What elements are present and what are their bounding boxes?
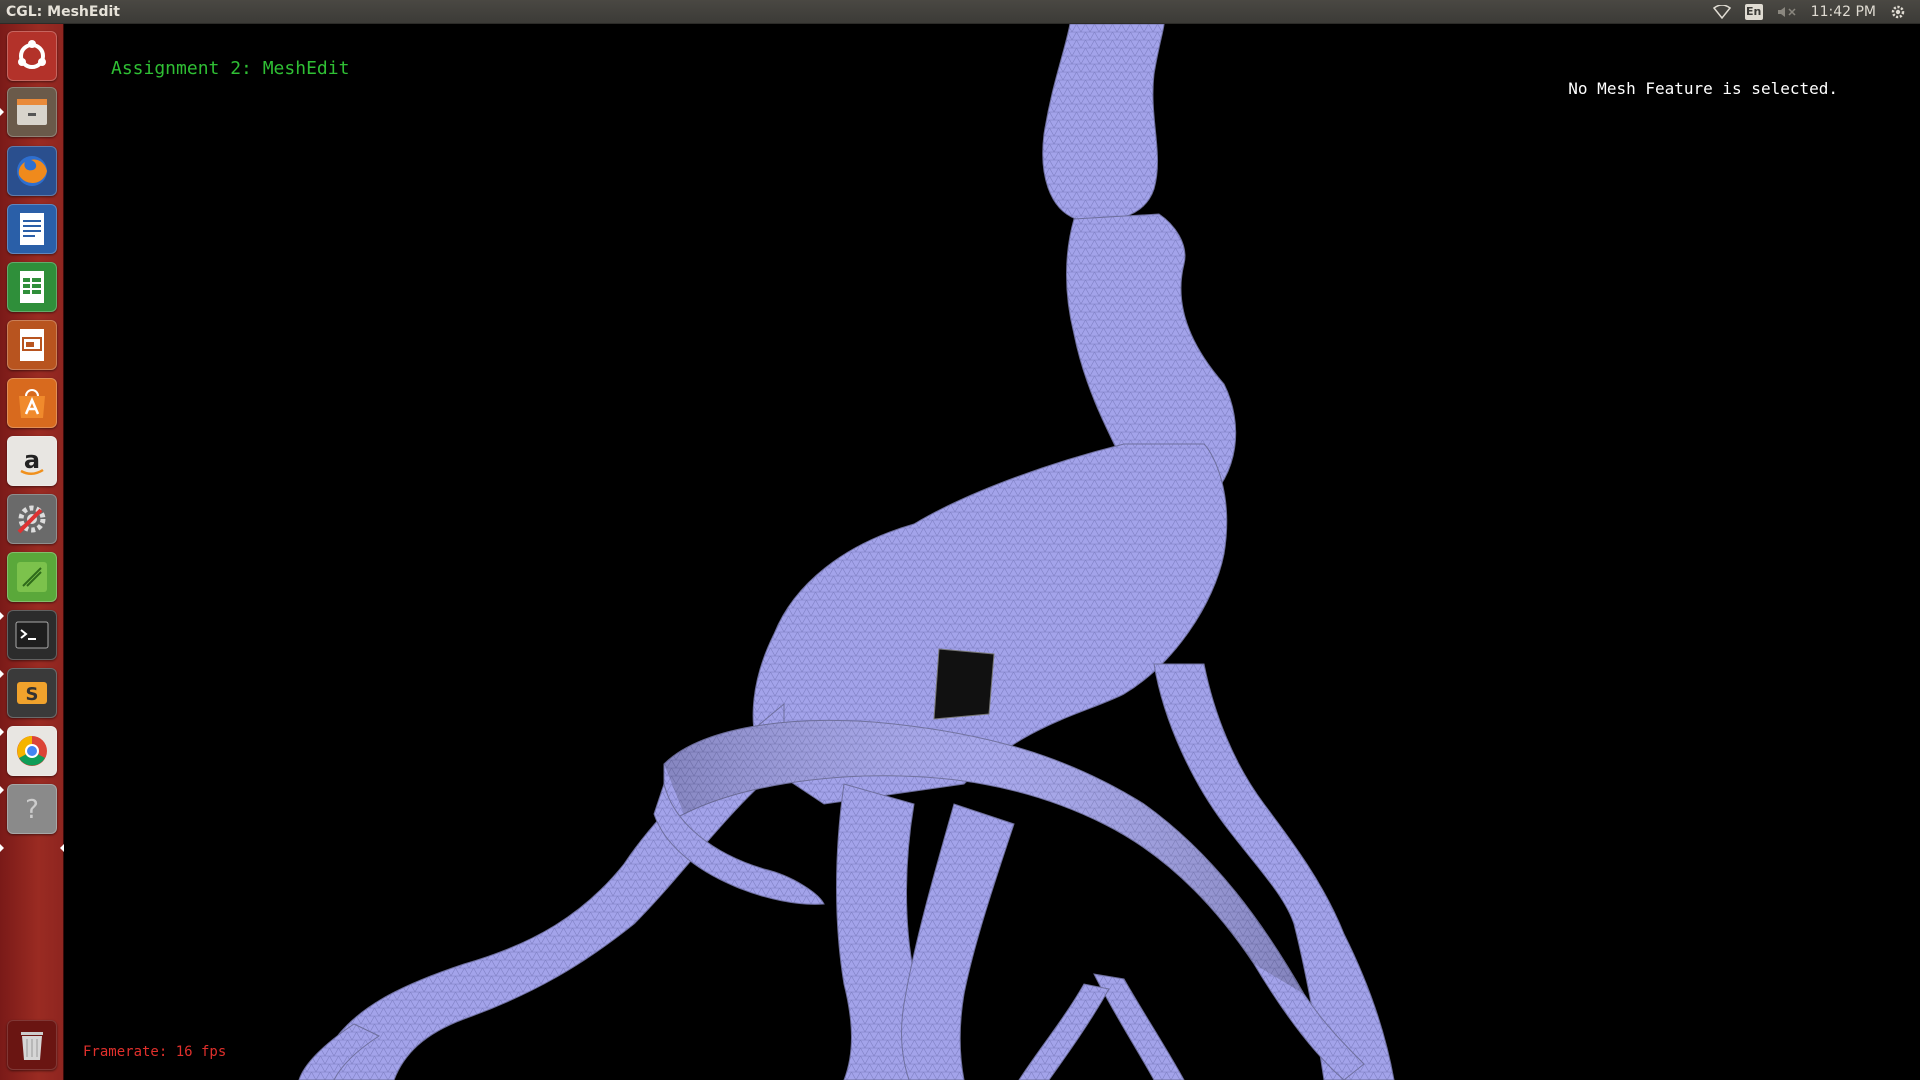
session-gear-icon[interactable] xyxy=(1890,4,1906,20)
running-indicator xyxy=(0,612,4,620)
running-indicator xyxy=(0,670,4,678)
svg-text:S: S xyxy=(26,684,39,705)
keyboard-language-icon[interactable]: En xyxy=(1744,4,1763,20)
volume-muted-icon[interactable] xyxy=(1777,5,1797,19)
green-app-icon xyxy=(17,562,47,592)
mesh-viewport[interactable]: Assignment 2: MeshEdit No Mesh Feature i… xyxy=(64,24,1920,1080)
files-button[interactable] xyxy=(7,87,57,137)
settings-tools-icon xyxy=(17,505,46,534)
sublime-text-button[interactable]: S xyxy=(7,668,57,718)
sublime-text-icon: S xyxy=(17,682,47,705)
launcher: a S ? xyxy=(0,24,64,1080)
green-app-button[interactable] xyxy=(7,552,57,602)
assignment-title: Assignment 2: MeshEdit xyxy=(111,58,350,79)
trash-icon xyxy=(21,1032,43,1060)
running-indicator xyxy=(0,108,4,116)
amazon-button[interactable]: a xyxy=(7,436,57,486)
calc-button[interactable] xyxy=(7,262,57,312)
trash-button[interactable] xyxy=(7,1020,57,1070)
firefox-icon xyxy=(17,156,47,186)
framerate-readout: Framerate: 16 fps xyxy=(83,1044,227,1060)
impress-presentation-icon xyxy=(20,329,44,361)
running-indicator xyxy=(0,786,4,794)
file-cabinet-icon xyxy=(17,99,47,125)
impress-button[interactable] xyxy=(7,320,57,370)
writer-button[interactable] xyxy=(7,204,57,254)
firefox-button[interactable] xyxy=(7,146,57,196)
selection-status: No Mesh Feature is selected. xyxy=(1568,79,1838,98)
chrome-icon xyxy=(17,736,47,766)
running-indicator xyxy=(0,844,4,852)
dash-home-button[interactable] xyxy=(7,31,57,81)
software-center-button[interactable] xyxy=(7,378,57,428)
system-tray: En 11:42 PM xyxy=(1712,0,1920,24)
mesh-render[interactable] xyxy=(64,24,1920,1080)
chrome-button[interactable] xyxy=(7,726,57,776)
amazon-icon: a xyxy=(20,446,44,475)
clock[interactable]: 11:42 PM xyxy=(1811,0,1876,24)
software-bag-icon xyxy=(19,389,45,418)
calc-spreadsheet-icon xyxy=(20,271,44,303)
terminal-button[interactable] xyxy=(7,610,57,660)
svg-text:?: ? xyxy=(25,795,39,825)
unknown-app-button[interactable]: ? xyxy=(7,784,57,834)
terminal-icon xyxy=(15,621,49,649)
running-indicator xyxy=(0,728,4,736)
writer-document-icon xyxy=(20,213,44,245)
mesh-claw-left xyxy=(1018,983,1110,1080)
mesh-leg-middle xyxy=(901,803,1015,1080)
mesh-head xyxy=(1042,24,1165,222)
svg-text:a: a xyxy=(24,446,40,474)
ubuntu-logo-icon xyxy=(18,40,46,69)
top-panel: CGL: MeshEdit En 11:42 PM xyxy=(0,0,1920,24)
system-settings-button[interactable] xyxy=(7,494,57,544)
wifi-icon[interactable] xyxy=(1712,5,1731,19)
mesh-hole xyxy=(933,648,995,720)
question-mark-icon: ? xyxy=(25,795,39,825)
mesh-model xyxy=(298,24,1395,1080)
window-title: CGL: MeshEdit xyxy=(6,4,120,20)
